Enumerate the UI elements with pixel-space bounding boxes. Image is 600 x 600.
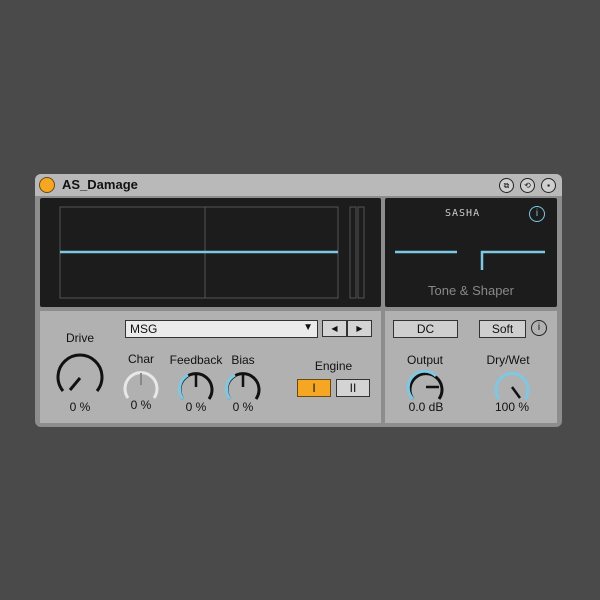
feedback-label: Feedback xyxy=(169,353,223,367)
device-title: AS_Damage xyxy=(62,177,138,192)
hot-swap-icon[interactable]: ⧉ xyxy=(499,178,514,193)
output-value: 0.0 dB xyxy=(408,400,444,414)
output-panel: DC Soft i Output 0.0 dB Dry/Wet 100 % xyxy=(385,311,557,423)
drive-value: 0 % xyxy=(69,400,91,414)
engine-option-i[interactable]: I xyxy=(297,379,331,397)
reset-icon[interactable]: ⟲ xyxy=(520,178,535,193)
power-button[interactable] xyxy=(39,177,55,193)
feedback-value: 0 % xyxy=(185,400,207,414)
meter-left xyxy=(349,206,357,299)
soft-button[interactable]: Soft xyxy=(479,320,526,338)
engine-label: Engine xyxy=(314,359,353,373)
device-panel: AS_Damage ⧉ ⟲ ▪ SASHA i Tone & Shaper MS… xyxy=(35,174,562,427)
info-icon[interactable]: i xyxy=(531,320,547,336)
output-label: Output xyxy=(406,353,444,367)
scope-display xyxy=(40,198,381,307)
next-preset-button[interactable]: ▶ xyxy=(347,320,372,337)
dc-button[interactable]: DC xyxy=(393,320,458,338)
bias-label: Bias xyxy=(231,353,255,367)
title-bar: AS_Damage ⧉ ⟲ ▪ xyxy=(35,174,562,196)
prev-preset-button[interactable]: ◀ xyxy=(322,320,347,337)
engine-option-ii[interactable]: II xyxy=(336,379,370,397)
drive-knob[interactable] xyxy=(55,351,105,401)
shaper-title: Tone & Shaper xyxy=(427,283,514,298)
preset-dropdown[interactable]: MSG ▼ xyxy=(125,320,318,338)
char-label: Char xyxy=(127,352,154,366)
shaper-display: SASHA i Tone & Shaper xyxy=(385,198,557,307)
main-controls-panel: MSG ▼ ◀ ▶ Drive 0 % Char 0 % Feedback 0 … xyxy=(40,311,381,423)
bias-value: 0 % xyxy=(232,400,254,414)
char-value: 0 % xyxy=(130,398,152,412)
drywet-label: Dry/Wet xyxy=(486,353,530,367)
preset-value: MSG xyxy=(130,322,158,336)
chevron-down-icon: ▼ xyxy=(303,322,313,333)
scope-graph xyxy=(59,206,365,299)
meter-right xyxy=(357,206,365,299)
save-icon[interactable]: ▪ xyxy=(541,178,556,193)
drive-label: Drive xyxy=(65,331,94,345)
drywet-value: 100 % xyxy=(494,400,530,414)
